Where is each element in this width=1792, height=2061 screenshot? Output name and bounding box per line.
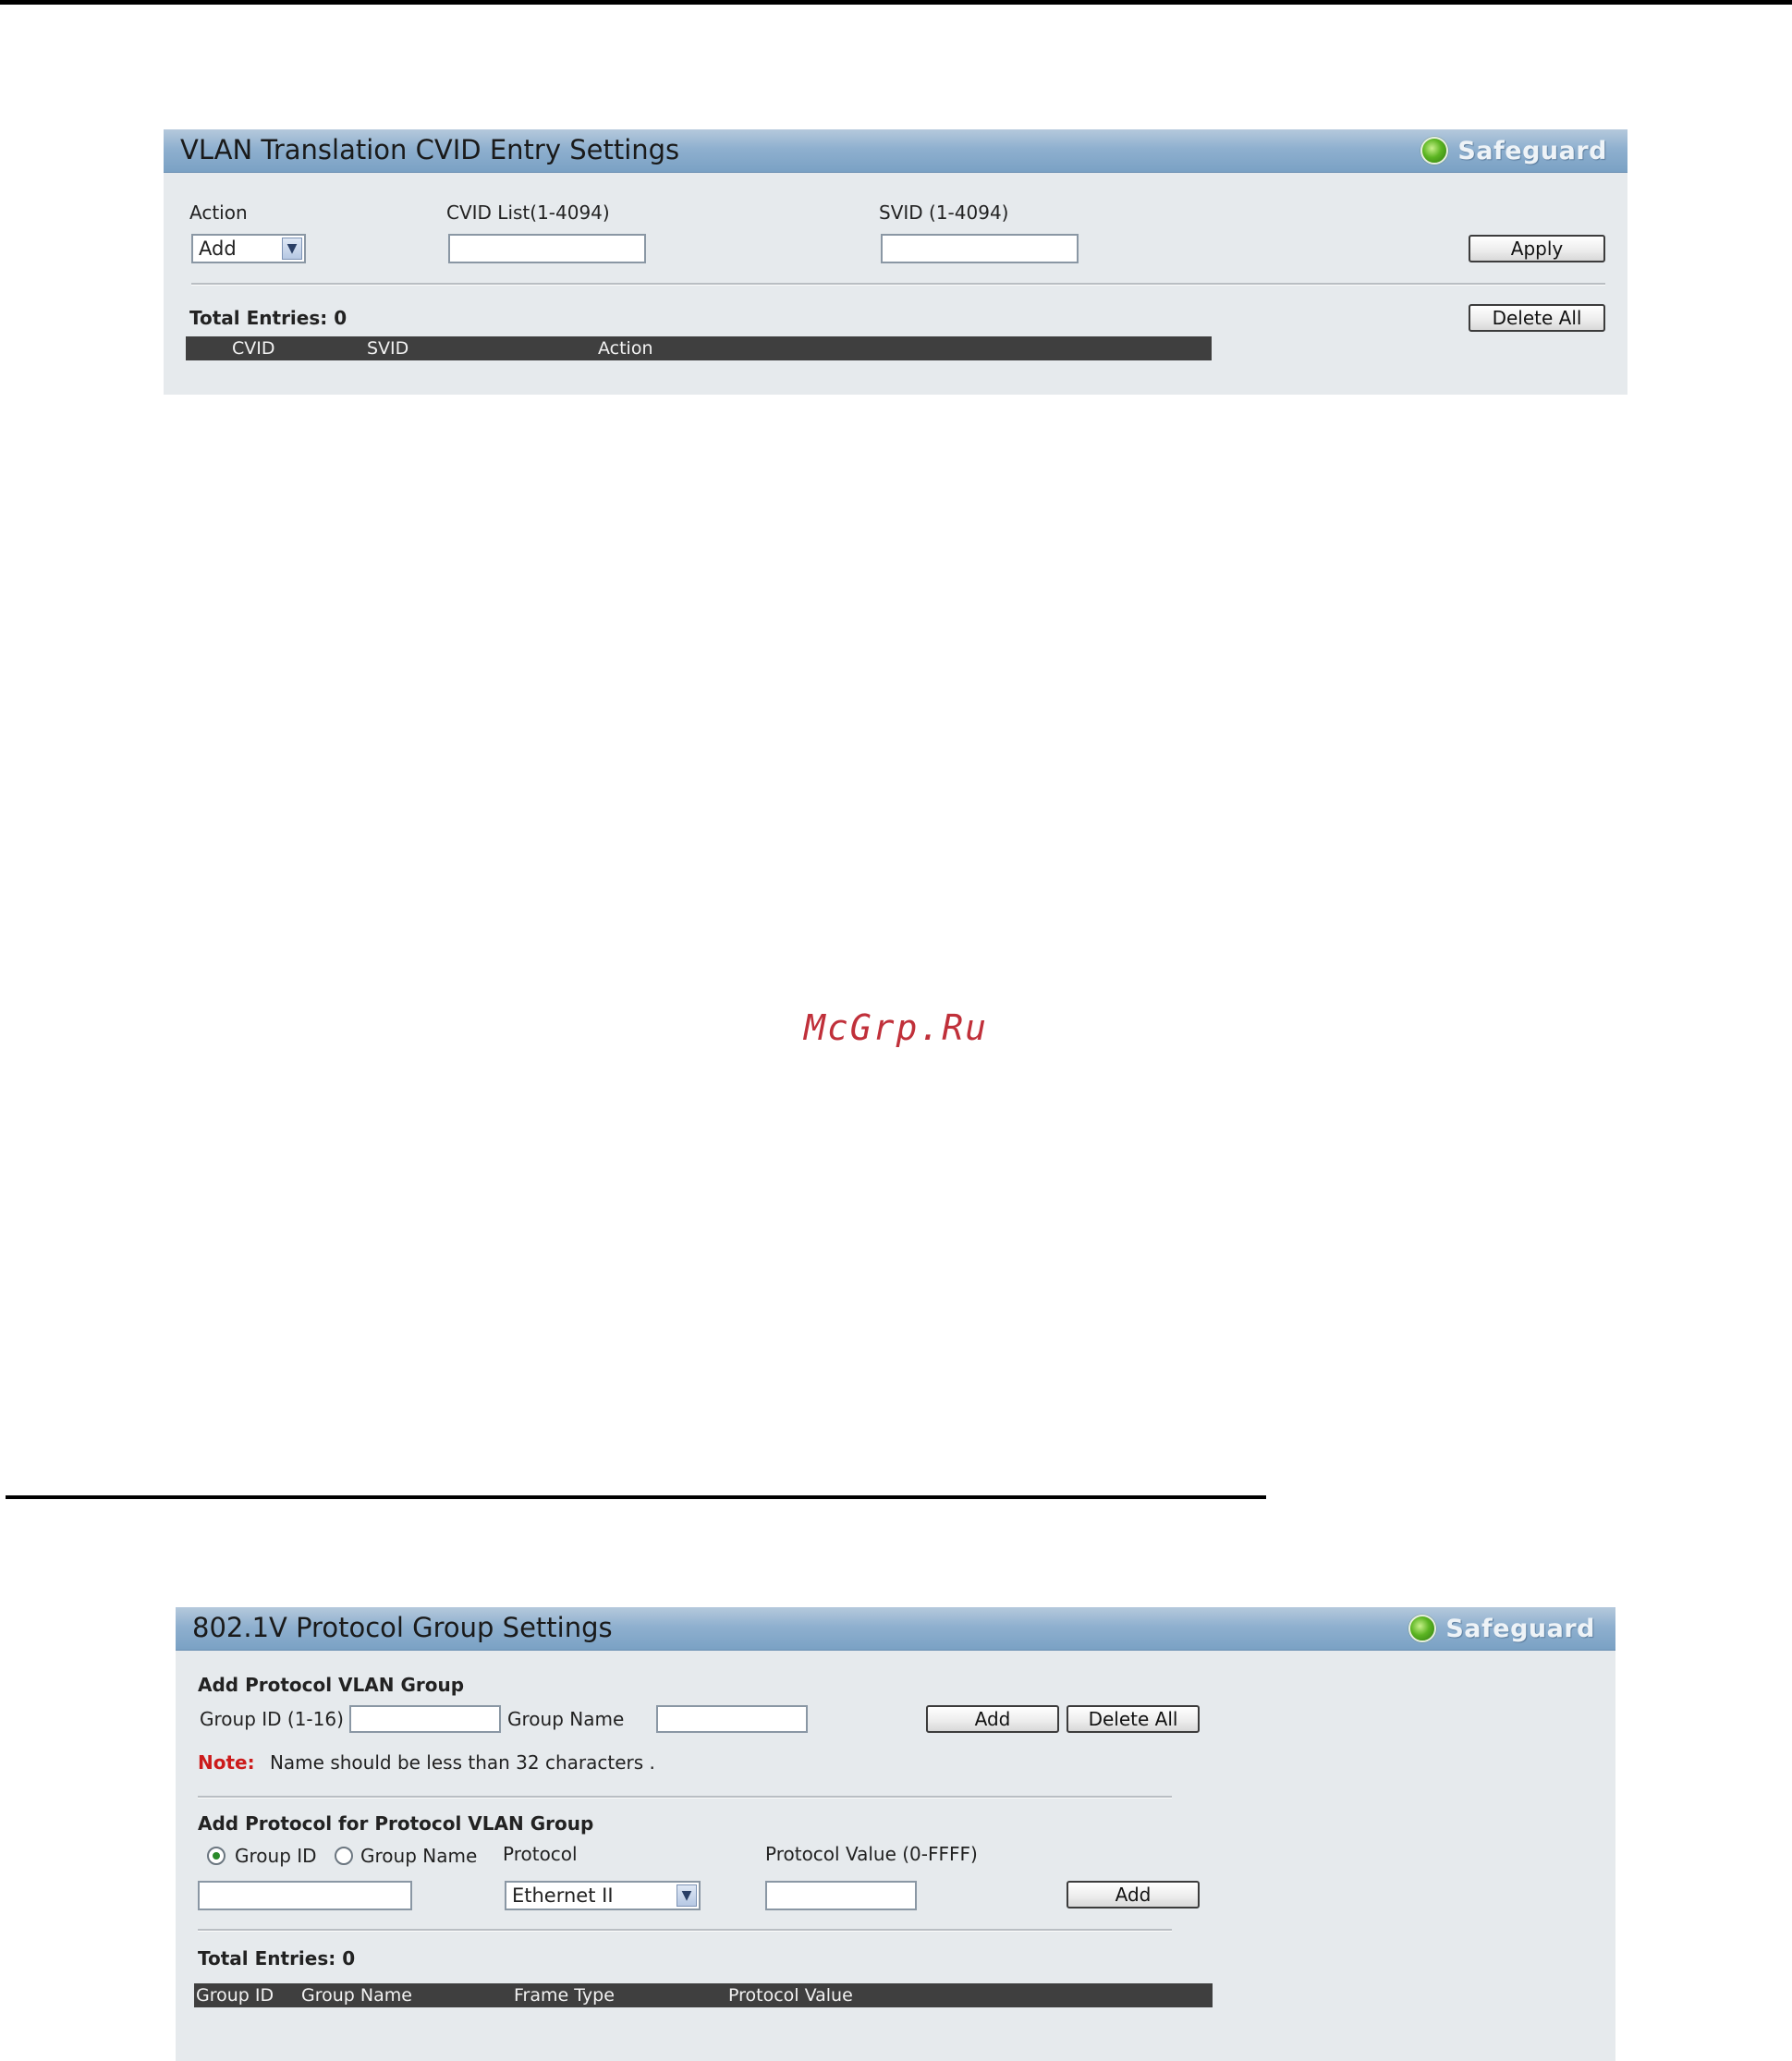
column-svid: SVID (367, 338, 409, 359)
radio-group-id[interactable] (207, 1847, 226, 1865)
column-group-name: Group Name (301, 1985, 412, 2006)
cvid-list-label: CVID List(1-4094) (446, 201, 610, 224)
total-entries: Total Entries: 0 (198, 1947, 356, 1970)
add-protocol-for-group-title: Add Protocol for Protocol VLAN Group (198, 1812, 594, 1835)
radio-group-name[interactable] (335, 1847, 353, 1865)
protocol-label: Protocol (503, 1843, 578, 1865)
panel-header: VLAN Translation CVID Entry Settings Saf… (164, 129, 1627, 173)
action-label: Action (189, 201, 248, 224)
action-select[interactable]: Add ▼ (191, 234, 306, 263)
page-title: VLAN Translation CVID Entry Settings (180, 134, 680, 165)
group-name-label: Group Name (507, 1708, 625, 1730)
protocol-group-panel: 802.1V Protocol Group Settings Safeguard… (176, 1607, 1615, 2061)
note-key: Note: (198, 1751, 255, 1774)
protocol-value-input[interactable] (765, 1881, 917, 1910)
svid-input[interactable] (881, 234, 1079, 263)
panel-header: 802.1V Protocol Group Settings Safeguard (176, 1607, 1615, 1651)
note: Note: Name should be less than 32 charac… (198, 1751, 655, 1774)
note-text: Name should be less than 32 characters . (269, 1751, 655, 1774)
protocol-value-label: Protocol Value (0-FFFF) (765, 1843, 978, 1865)
safeguard-status-icon (1420, 137, 1449, 165)
safeguard-status-icon (1408, 1615, 1437, 1642)
column-group-id: Group ID (196, 1985, 274, 2006)
protocol-select-value: Ethernet II (512, 1884, 614, 1907)
safeguard-indicator: Safeguard (1420, 135, 1607, 166)
cvid-list-input[interactable] (448, 234, 646, 263)
chevron-down-icon[interactable]: ▼ (282, 238, 302, 260)
section-rule (6, 1495, 1266, 1499)
action-select-value: Add (199, 238, 237, 260)
add-group-button[interactable]: Add (926, 1705, 1059, 1733)
radio-group-id-label: Group ID (235, 1845, 317, 1867)
watermark: McGrp.Ru (803, 1007, 989, 1048)
delete-all-button[interactable]: Delete All (1067, 1705, 1200, 1733)
svid-label: SVID (1-4094) (879, 201, 1009, 224)
apply-button[interactable]: Apply (1469, 235, 1605, 262)
divider (191, 283, 1605, 286)
radio-group-name-label: Group Name (360, 1845, 478, 1867)
divider (198, 1929, 1172, 1932)
column-protocol-value: Protocol Value (728, 1985, 853, 2006)
group-id-label: Group ID (1-16) (200, 1708, 344, 1730)
total-entries: Total Entries: 0 (189, 307, 347, 329)
vlan-translation-panel: VLAN Translation CVID Entry Settings Saf… (164, 129, 1627, 395)
group-name-input[interactable] (656, 1705, 808, 1733)
divider (198, 1796, 1172, 1799)
column-action: Action (598, 338, 653, 359)
safeguard-label: Safeguard (1445, 1614, 1595, 1643)
group-id-input[interactable] (349, 1705, 501, 1733)
top-rule (0, 0, 1792, 5)
chevron-down-icon[interactable]: ▼ (677, 1884, 697, 1907)
safeguard-indicator: Safeguard (1408, 1613, 1595, 1644)
column-frame-type: Frame Type (514, 1985, 615, 2006)
table-header: CVID SVID Action (186, 336, 1212, 360)
add-protocol-vlan-group-title: Add Protocol VLAN Group (198, 1674, 465, 1696)
table-header: Group ID Group Name Frame Type Protocol … (194, 1983, 1213, 2007)
group-selector-input[interactable] (198, 1881, 412, 1910)
add-protocol-button[interactable]: Add (1067, 1881, 1200, 1909)
safeguard-label: Safeguard (1457, 136, 1607, 165)
delete-all-button[interactable]: Delete All (1469, 304, 1605, 332)
protocol-select[interactable]: Ethernet II ▼ (505, 1881, 701, 1910)
column-cvid: CVID (232, 338, 275, 359)
page-title: 802.1V Protocol Group Settings (192, 1612, 613, 1643)
